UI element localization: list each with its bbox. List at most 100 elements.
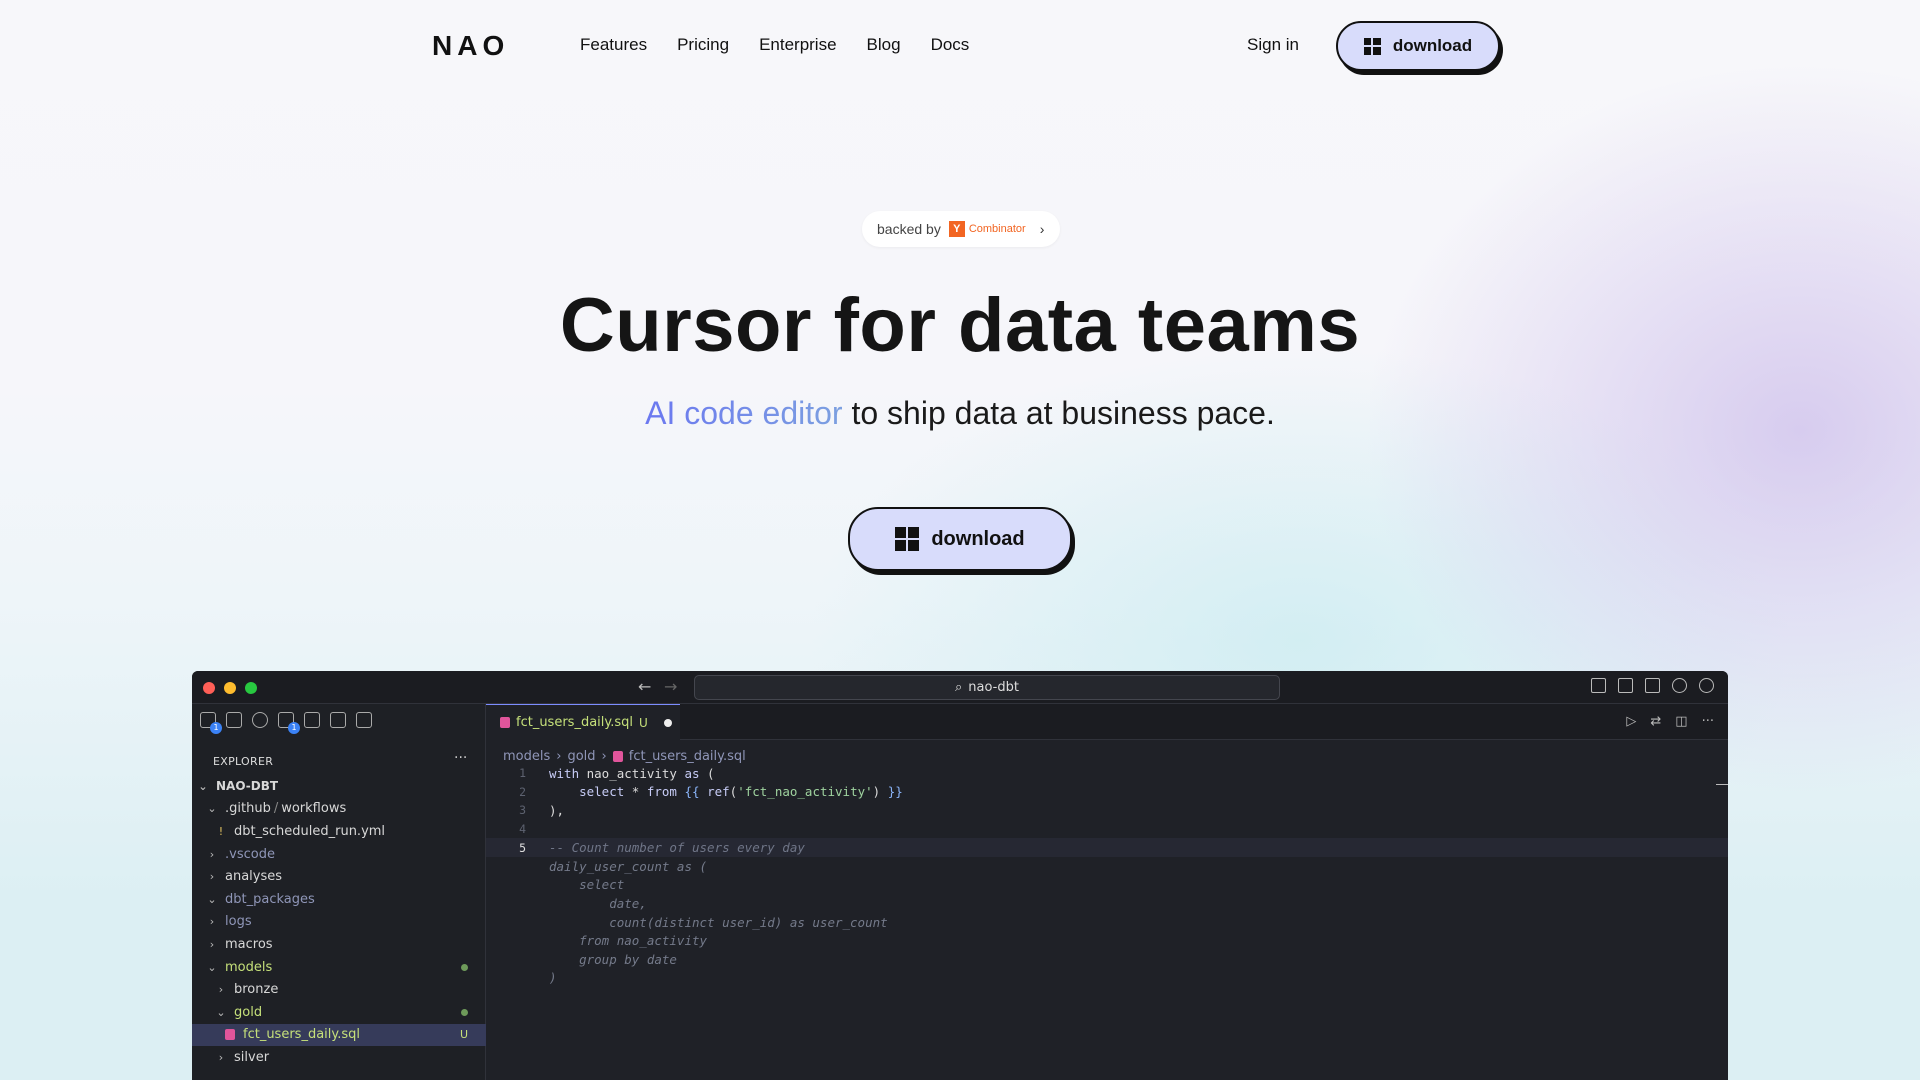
back-arrow-icon[interactable]: ←	[638, 677, 651, 696]
chevron-right-icon: ›	[1039, 221, 1045, 237]
extensions-icon[interactable]	[330, 712, 346, 728]
yc-logo-mark: Y	[948, 221, 965, 237]
unsaved-dot-icon[interactable]	[663, 718, 672, 727]
toggle-sidebar-icon[interactable]	[1591, 678, 1606, 693]
maximize-window-button[interactable]	[245, 682, 257, 694]
windows-icon	[895, 527, 920, 551]
minimize-window-button[interactable]	[224, 682, 236, 694]
nav-link-enterprise[interactable]: Enterprise	[759, 35, 836, 55]
nav-link-features[interactable]: Features	[580, 35, 647, 55]
nav-download-label: download	[1392, 36, 1473, 55]
yc-logo-text: Combinator	[968, 223, 1026, 235]
tab-fct-users-daily[interactable]: fct_users_daily.sql U	[486, 704, 680, 740]
badge-prefix: backed by	[877, 221, 941, 237]
code-text: date,	[549, 895, 647, 911]
chevron-right-icon: ›	[601, 749, 607, 764]
run-icon[interactable]: ▷	[1626, 714, 1636, 729]
code-line[interactable]: date,	[486, 894, 1728, 913]
activity-bar	[200, 712, 372, 734]
tree-item[interactable]: › logs	[192, 911, 486, 934]
chevron-right-icon: ›	[556, 749, 562, 764]
tree-item[interactable]: ⌄ dbt_packages	[192, 888, 486, 911]
code-line[interactable]: select	[486, 876, 1728, 895]
toggle-panel-icon[interactable]	[1618, 678, 1633, 693]
database-icon[interactable]	[226, 712, 242, 728]
tree-item[interactable]: › .vscode	[192, 843, 486, 866]
tree-item[interactable]: › bronze	[192, 978, 486, 1001]
breadcrumb-models[interactable]: models	[503, 749, 550, 764]
tree-item[interactable]: › macros	[192, 933, 486, 956]
nav-link-pricing[interactable]: Pricing	[677, 35, 729, 55]
code-line[interactable]: 4	[486, 820, 1728, 839]
explorer-heading: EXPLORER	[213, 755, 274, 768]
yaml-file-icon: !	[218, 824, 224, 838]
more-actions-icon[interactable]: ···	[1702, 714, 1714, 729]
code-line[interactable]: count(distinct user_id) as user_count	[486, 913, 1728, 932]
files-icon[interactable]	[200, 712, 222, 734]
code-line[interactable]: group by date	[486, 950, 1728, 969]
compare-changes-icon[interactable]: ⇄	[1650, 714, 1661, 729]
chevron-down-icon: ⌄	[207, 802, 217, 816]
breadcrumb-file[interactable]: fct_users_daily.sql	[629, 749, 746, 764]
sign-in-link[interactable]: Sign in	[1247, 35, 1299, 55]
code-line[interactable]: )	[486, 969, 1728, 988]
tree-item[interactable]: ⌄ .github / workflows	[192, 798, 486, 821]
breadcrumb: models › gold › fct_users_daily.sql	[503, 749, 746, 764]
tree-item-label: silver	[234, 1049, 270, 1065]
line-number: 3	[519, 803, 526, 818]
flask-icon[interactable]	[356, 712, 372, 728]
editor-window: ← → ⌕ nao-dbt EXPLORER ··· ⌄	[192, 671, 1728, 1080]
search-icon: ⌕	[955, 680, 963, 695]
toggle-secondary-sidebar-icon[interactable]	[1645, 678, 1660, 693]
project-root[interactable]: ⌄ NAO-DBT	[192, 775, 486, 798]
nav-links: Features Pricing Enterprise Blog Docs	[580, 35, 969, 55]
nav-download-button[interactable]: download	[1336, 21, 1500, 71]
code-text: with nao_activity as (	[549, 765, 715, 781]
tree-item[interactable]: fct_users_daily.sql U	[192, 1023, 486, 1047]
code-text: group by date	[549, 951, 677, 967]
project-name: NAO-DBT	[216, 779, 279, 794]
command-search-box[interactable]: ⌕ nao-dbt	[694, 675, 1280, 700]
search-icon[interactable]	[252, 712, 268, 728]
code-line[interactable]: 3),	[486, 801, 1728, 820]
code-line[interactable]: 2 select * from {{ ref('fct_nao_activity…	[486, 783, 1728, 802]
tree-item[interactable]: ⌄ gold	[192, 1001, 486, 1024]
sql-file-icon	[500, 717, 510, 728]
windows-icon	[1363, 37, 1381, 55]
source-control-graph-icon[interactable]	[1699, 678, 1714, 693]
forward-arrow-icon[interactable]: →	[664, 677, 677, 696]
tree-item[interactable]: ! dbt_scheduled_run.yml	[192, 820, 486, 843]
source-control-icon[interactable]	[278, 712, 300, 734]
nav-link-blog[interactable]: Blog	[867, 35, 901, 55]
more-actions-icon[interactable]: ···	[454, 750, 467, 766]
code-line[interactable]: 5 -- Count number of users every day	[486, 838, 1728, 857]
editor-actions: ▷ ⇄ ◫ ···	[1626, 714, 1714, 729]
line-number: 5	[519, 840, 526, 855]
split-editor-icon[interactable]: ◫	[1675, 714, 1687, 729]
code-line[interactable]: 1 with nao_activity as (	[486, 764, 1728, 783]
code-text: from nao_activity	[549, 933, 708, 949]
nav-link-docs[interactable]: Docs	[931, 35, 970, 55]
hero-title: Cursor for data teams	[559, 283, 1361, 368]
sidebar: EXPLORER ··· ⌄ NAO-DBT ⌄ .github/workflow…	[192, 704, 486, 1080]
code-text: select	[549, 877, 625, 893]
tree-item[interactable]: ⌄ models	[192, 956, 486, 979]
tree-item-sublabel: workflows	[281, 801, 347, 817]
code-area[interactable]: 1 with nao_activity as (2 select * from {…	[486, 764, 1728, 987]
chevron-down-icon: ⌄	[198, 779, 208, 793]
code-line[interactable]: from nao_activity	[486, 931, 1728, 950]
tree-item-label: .vscode	[225, 846, 275, 862]
yc-backed-badge[interactable]: backed by Y Combinator ›	[862, 211, 1060, 247]
hero-download-button[interactable]: download	[848, 507, 1072, 571]
code-text: -- Count number of users every day	[549, 840, 805, 856]
gear-icon[interactable]	[1672, 678, 1687, 693]
tree-item[interactable]: › silver	[192, 1046, 486, 1069]
nao-logo[interactable]: NAO	[432, 30, 509, 62]
code-line[interactable]: daily_user_count as (	[486, 857, 1728, 876]
tree-item-label: fct_users_daily.sql	[243, 1027, 360, 1043]
run-debug-icon[interactable]	[304, 712, 320, 728]
breadcrumb-gold[interactable]: gold	[567, 749, 595, 764]
close-window-button[interactable]	[203, 682, 215, 694]
tree-item[interactable]: › analyses	[192, 865, 486, 888]
hero-subtitle-accent: AI code editor	[645, 395, 843, 431]
